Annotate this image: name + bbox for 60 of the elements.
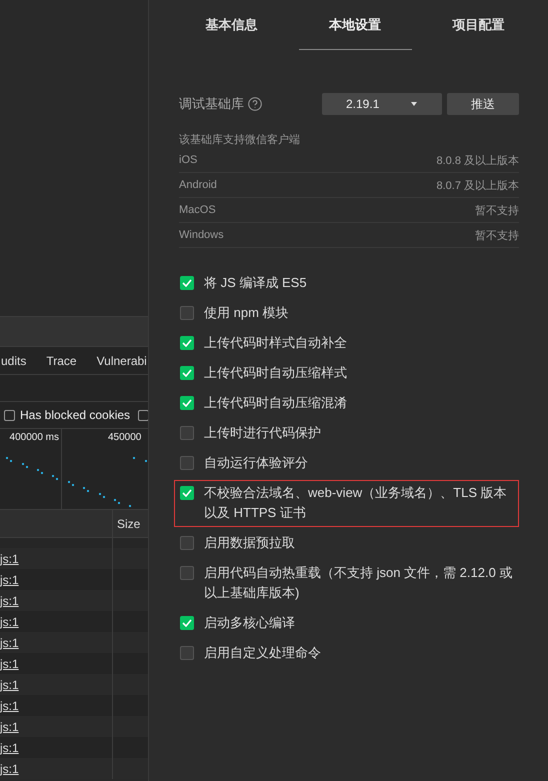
initiator-link[interactable]: js:1 — [0, 720, 19, 734]
platform-name: MacOS — [179, 204, 216, 216]
checkbox[interactable] — [180, 396, 194, 410]
checkbox[interactable] — [180, 536, 194, 550]
devtools-tab[interactable]: Trace — [46, 354, 77, 368]
settings-tab[interactable]: 项目配置 — [422, 0, 535, 50]
option-label: 自动运行体验评分 — [204, 454, 308, 472]
initiator-link[interactable]: js:1 — [0, 572, 19, 586]
checkbox-label: Has blocked cookies — [20, 408, 130, 422]
checkbox[interactable] — [180, 276, 194, 290]
option-label: 上传时进行代码保护 — [204, 424, 321, 442]
push-button[interactable]: 推送 — [447, 93, 519, 115]
initiator-link[interactable]: js:1 — [0, 552, 19, 566]
checkbox[interactable] — [180, 646, 194, 660]
option-label: 上传代码时自动压缩混淆 — [204, 394, 347, 412]
initiator-link[interactable]: js:1 — [0, 698, 19, 712]
option-label: 上传代码时样式自动补全 — [204, 334, 347, 352]
version-requirement: 8.0.7 及以上版本 — [436, 178, 519, 192]
option-label: 使用 npm 模块 — [204, 304, 289, 322]
settings-tab[interactable]: 本地设置 — [298, 0, 412, 50]
initiator-link[interactable]: js:1 — [0, 656, 19, 670]
option-label: 启动多核心编译 — [204, 614, 295, 632]
option-label: 上传代码时自动压缩样式 — [204, 364, 347, 382]
timeline-tick: 400000 ms — [10, 432, 59, 443]
platform-name: Windows — [179, 229, 224, 241]
checkbox[interactable] — [180, 306, 194, 320]
option-label: 将 JS 编译成 ES5 — [204, 274, 307, 292]
initiator-link[interactable]: js:1 — [0, 594, 19, 608]
checkbox[interactable] — [180, 456, 194, 470]
support-caption: 该基础库支持微信客户端 — [179, 132, 301, 148]
initiator-link[interactable]: js:1 — [0, 614, 19, 628]
base-library-label: 调试基础库 — [179, 95, 244, 113]
checkbox[interactable] — [180, 426, 194, 440]
initiator-link[interactable]: js:1 — [0, 678, 19, 692]
checkbox[interactable] — [180, 616, 194, 630]
settings-tab[interactable]: 基本信息 — [175, 0, 288, 50]
version-dropdown[interactable]: 2.19.1 — [322, 93, 442, 115]
platform-name: Android — [179, 179, 217, 191]
devtools-tab[interactable]: Vulnerabi — [96, 354, 147, 368]
checkbox[interactable] — [180, 336, 194, 350]
initiator-link[interactable]: js:1 — [0, 762, 19, 776]
checkbox[interactable] — [180, 486, 194, 500]
version-requirement: 暂不支持 — [475, 228, 519, 242]
option-label: 启用数据预拉取 — [204, 534, 295, 552]
version-requirement: 暂不支持 — [475, 204, 519, 218]
platform-name: iOS — [179, 154, 198, 166]
option-label: 不校验合法域名、web-view（业务域名）、TLS 版本以及 HTTPS 证书 — [204, 484, 508, 522]
checkbox[interactable] — [180, 566, 194, 580]
initiator-link[interactable]: js:1 — [0, 636, 19, 650]
devtools-tab[interactable]: udits — [1, 354, 26, 368]
checkbox[interactable] — [180, 366, 194, 380]
help-icon[interactable] — [248, 97, 262, 111]
initiator-link[interactable]: js:1 — [0, 740, 19, 754]
column-header: Size — [117, 516, 140, 530]
caret-icon — [411, 102, 418, 106]
timeline-tick: 450000 — [108, 432, 142, 445]
option-label: 启用自定义处理命令 — [204, 644, 321, 662]
checkbox[interactable] — [4, 410, 15, 420]
version-requirement: 8.0.8 及以上版本 — [436, 154, 519, 168]
option-label: 启用代码自动热重载（不支持 json 文件，需 2.12.0 或以上基础库版本) — [204, 564, 513, 602]
